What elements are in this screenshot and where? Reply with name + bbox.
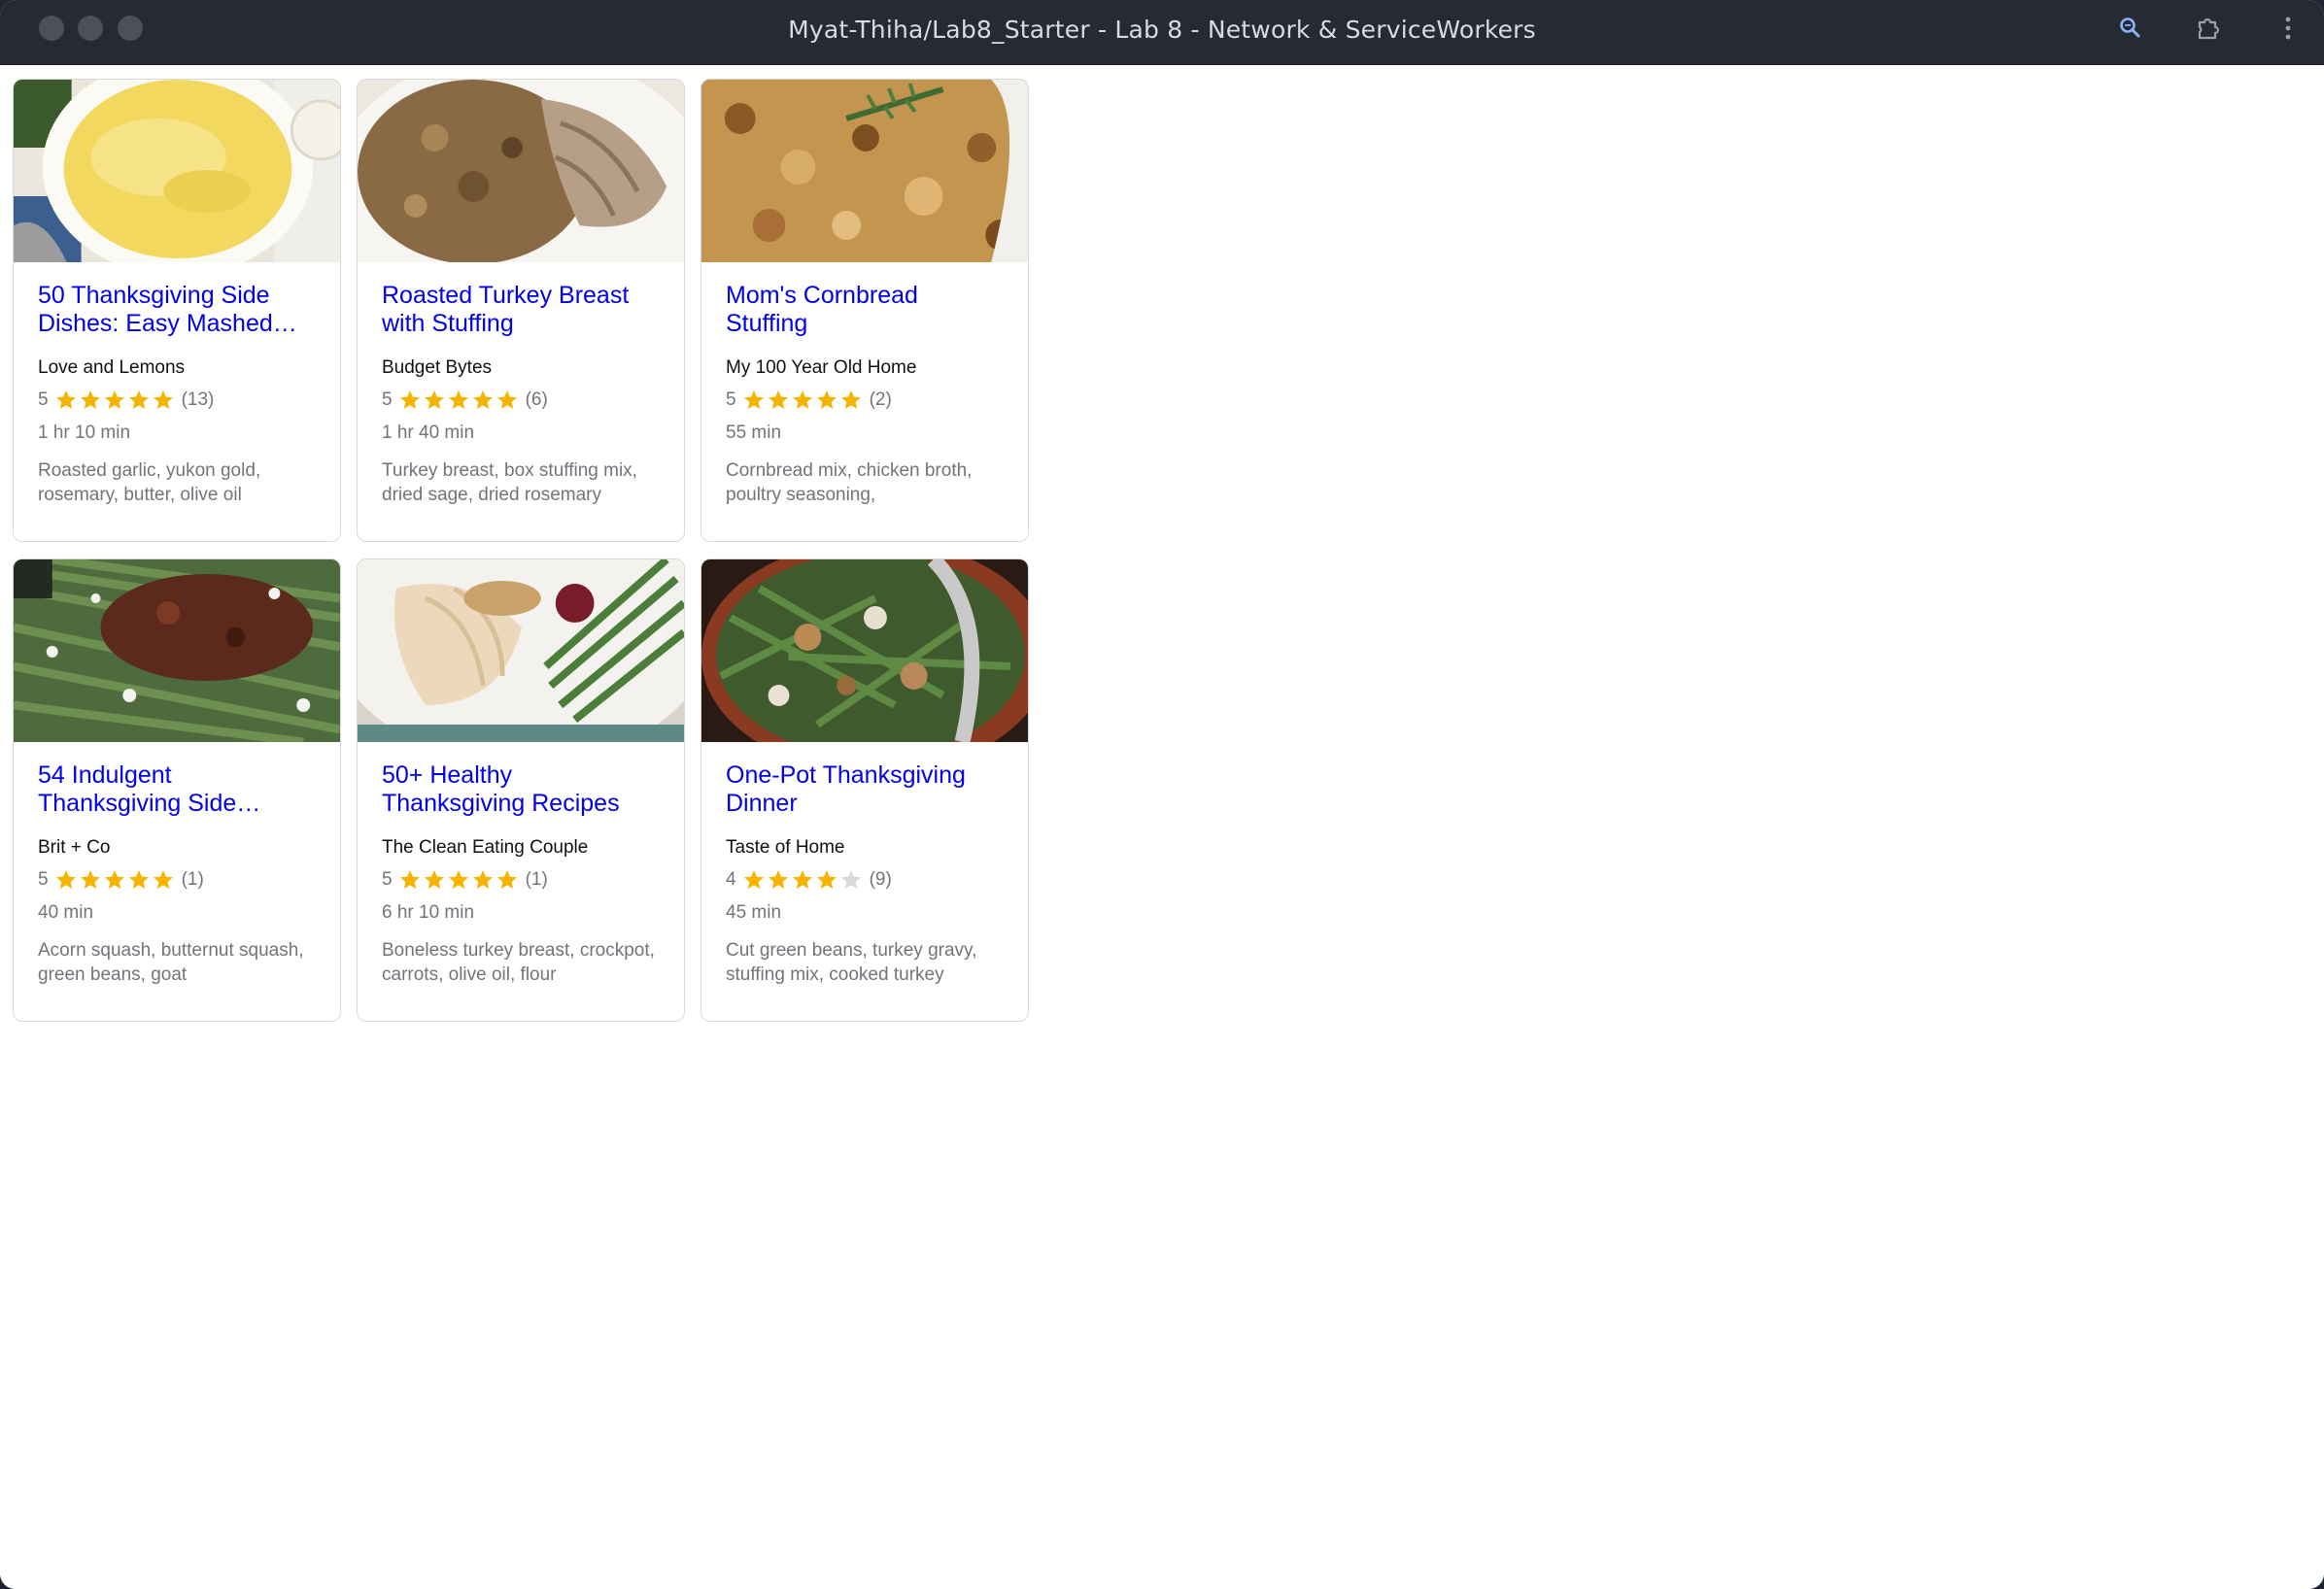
star-filled-icon <box>496 870 517 889</box>
recipe-card[interactable]: 50+ Healthy Thanksgiving Recipes The Cle… <box>357 558 685 1022</box>
cook-time: 45 min <box>726 902 782 923</box>
star-filled-icon <box>399 390 420 409</box>
star-filled-icon <box>448 870 468 889</box>
star-filled-icon <box>80 390 100 409</box>
rating-value: 5 <box>382 869 393 890</box>
extensions-icon[interactable] <box>2194 14 2223 43</box>
star-filled-icon <box>80 870 100 889</box>
star-filled-icon <box>743 870 764 889</box>
window-title: Myat-Thiha/Lab8_Starter - Lab 8 - Networ… <box>788 16 1536 44</box>
star-filled-icon <box>128 390 149 409</box>
star-filled-icon <box>424 870 444 889</box>
star-rating <box>54 868 175 892</box>
cook-time: 55 min <box>726 423 782 443</box>
recipe-image[interactable] <box>358 80 684 262</box>
cook-time: 40 min <box>38 902 94 923</box>
star-rating <box>742 389 863 412</box>
star-filled-icon <box>472 390 493 409</box>
star-filled-icon <box>399 870 420 889</box>
recipe-organization: Budget Bytes <box>382 357 493 378</box>
star-filled-icon <box>153 390 173 409</box>
cook-time: 6 hr 10 min <box>382 902 475 923</box>
recipe-image[interactable] <box>14 80 340 262</box>
recipe-image[interactable] <box>358 559 684 742</box>
rating-row: 4 (9) <box>726 868 1004 892</box>
recipe-organization: My 100 Year Old Home <box>726 357 917 378</box>
star-rating <box>398 868 519 892</box>
recipe-title-link[interactable]: 50+ Healthy Thanksgiving Recipes <box>382 761 660 818</box>
rating-value: 5 <box>38 389 49 410</box>
star-filled-icon <box>104 870 124 889</box>
zoom-icon[interactable] <box>2116 14 2145 43</box>
star-empty-icon <box>840 870 861 889</box>
review-count: (2) <box>869 389 892 410</box>
rating-row: 5 (1) <box>382 868 660 892</box>
star-filled-icon <box>472 870 493 889</box>
more-menu-icon[interactable] <box>2273 14 2303 43</box>
rating-row: 5 (2) <box>726 389 1004 412</box>
star-filled-icon <box>816 390 837 409</box>
recipe-organization: The Clean Eating Couple <box>382 837 589 858</box>
review-count: (6) <box>525 389 548 410</box>
star-filled-icon <box>768 390 788 409</box>
ingredients-text: Acorn squash, butternut squash, green be… <box>38 940 304 985</box>
recipe-image[interactable] <box>14 559 340 742</box>
star-filled-icon <box>448 390 468 409</box>
star-filled-icon <box>153 870 173 889</box>
recipe-card[interactable]: Roasted Turkey Breast with Stuffing Budg… <box>357 79 685 542</box>
star-filled-icon <box>743 390 764 409</box>
ingredients-text: Roasted garlic, yukon gold, rosemary, bu… <box>38 460 261 505</box>
recipe-card[interactable]: 54 Indulgent Thanksgiving Side Dishes Br… <box>13 558 341 1022</box>
rating-value: 5 <box>726 389 736 410</box>
ingredients-text: Cut green beans, turkey gravy, stuffing … <box>726 940 977 985</box>
review-count: (13) <box>181 389 215 410</box>
title-bar: Myat-Thiha/Lab8_Starter - Lab 8 - Networ… <box>0 0 2324 65</box>
recipe-title-link[interactable]: 50 Thanksgiving Side Dishes: Easy Mashed… <box>38 282 316 338</box>
rating-row: 5 (13) <box>38 389 316 412</box>
rating-value: 4 <box>726 869 736 890</box>
star-rating <box>54 389 175 412</box>
recipe-image[interactable] <box>701 559 1028 742</box>
review-count: (1) <box>181 869 204 890</box>
star-filled-icon <box>55 390 76 409</box>
star-filled-icon <box>816 870 837 889</box>
rating-value: 5 <box>382 389 393 410</box>
recipe-organization: Love and Lemons <box>38 357 186 378</box>
star-filled-icon <box>424 390 444 409</box>
recipe-title-link[interactable]: Roasted Turkey Breast with Stuffing <box>382 282 660 338</box>
ingredients-text: Cornbread mix, chicken broth, poultry se… <box>726 460 973 505</box>
star-filled-icon <box>768 870 788 889</box>
cook-time: 1 hr 10 min <box>38 423 131 443</box>
recipe-card[interactable]: 50 Thanksgiving Side Dishes: Easy Mashed… <box>13 79 341 542</box>
cook-time: 1 hr 40 min <box>382 423 475 443</box>
star-filled-icon <box>104 390 124 409</box>
recipe-card[interactable]: Mom's Cornbread Stuffing My 100 Year Old… <box>701 79 1029 542</box>
star-filled-icon <box>840 390 861 409</box>
recipe-image[interactable] <box>701 80 1028 262</box>
browser-window: Myat-Thiha/Lab8_Starter - Lab 8 - Networ… <box>0 0 2324 1589</box>
recipe-card[interactable]: One-Pot Thanksgiving Dinner Taste of Hom… <box>701 558 1029 1022</box>
recipe-title-link[interactable]: One-Pot Thanksgiving Dinner <box>726 761 1004 818</box>
recipe-grid: 50 Thanksgiving Side Dishes: Easy Mashed… <box>13 79 1029 1022</box>
star-rating <box>742 868 863 892</box>
star-filled-icon <box>792 870 812 889</box>
star-rating <box>398 389 519 412</box>
rating-value: 5 <box>38 869 49 890</box>
review-count: (1) <box>525 869 548 890</box>
rating-row: 5 (1) <box>38 868 316 892</box>
review-count: (9) <box>869 869 892 890</box>
ingredients-text: Boneless turkey breast, crockpot, carrot… <box>382 940 655 985</box>
page-content: 50 Thanksgiving Side Dishes: Easy Mashed… <box>0 65 2324 1589</box>
rating-row: 5 (6) <box>382 389 660 412</box>
ingredients-text: Turkey breast, box stuffing mix, dried s… <box>382 460 637 505</box>
recipe-organization: Brit + Co <box>38 837 111 858</box>
star-filled-icon <box>792 390 812 409</box>
star-filled-icon <box>55 870 76 889</box>
star-filled-icon <box>496 390 517 409</box>
recipe-title-link[interactable]: 54 Indulgent Thanksgiving Side Dishes <box>38 761 316 818</box>
recipe-organization: Taste of Home <box>726 837 845 858</box>
recipe-title-link[interactable]: Mom's Cornbread Stuffing <box>726 282 1004 338</box>
star-filled-icon <box>128 870 149 889</box>
